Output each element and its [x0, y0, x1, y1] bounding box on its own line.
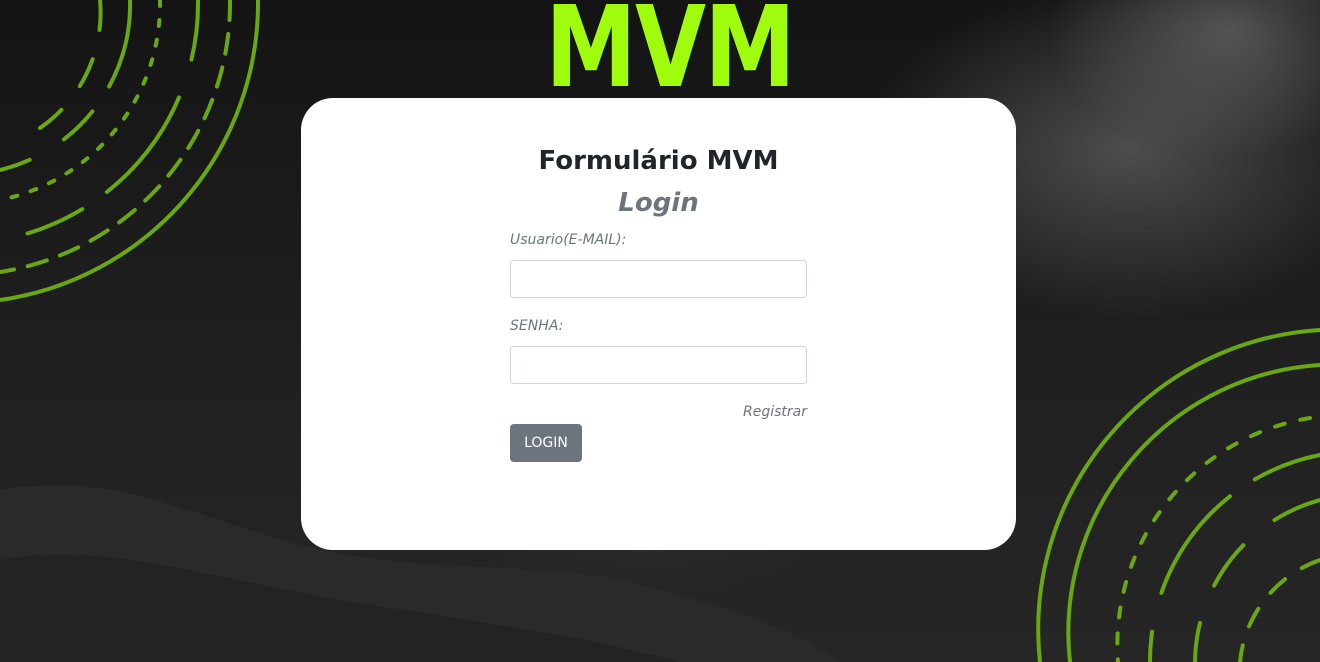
login-card: Formulário MVM Login Usuario(E-MAIL): SE… — [301, 98, 1016, 550]
email-label: Usuario(E-MAIL): — [510, 232, 627, 248]
form-title: Formulário MVM — [538, 146, 779, 176]
register-link[interactable]: Registrar — [510, 404, 807, 420]
password-label: SENHA: — [510, 318, 564, 334]
login-button[interactable]: LOGIN — [510, 424, 582, 462]
brand-logo: MVM — [545, 0, 796, 113]
email-field[interactable] — [510, 260, 807, 298]
password-field[interactable] — [510, 346, 807, 384]
form-subtitle: Login — [618, 188, 699, 218]
